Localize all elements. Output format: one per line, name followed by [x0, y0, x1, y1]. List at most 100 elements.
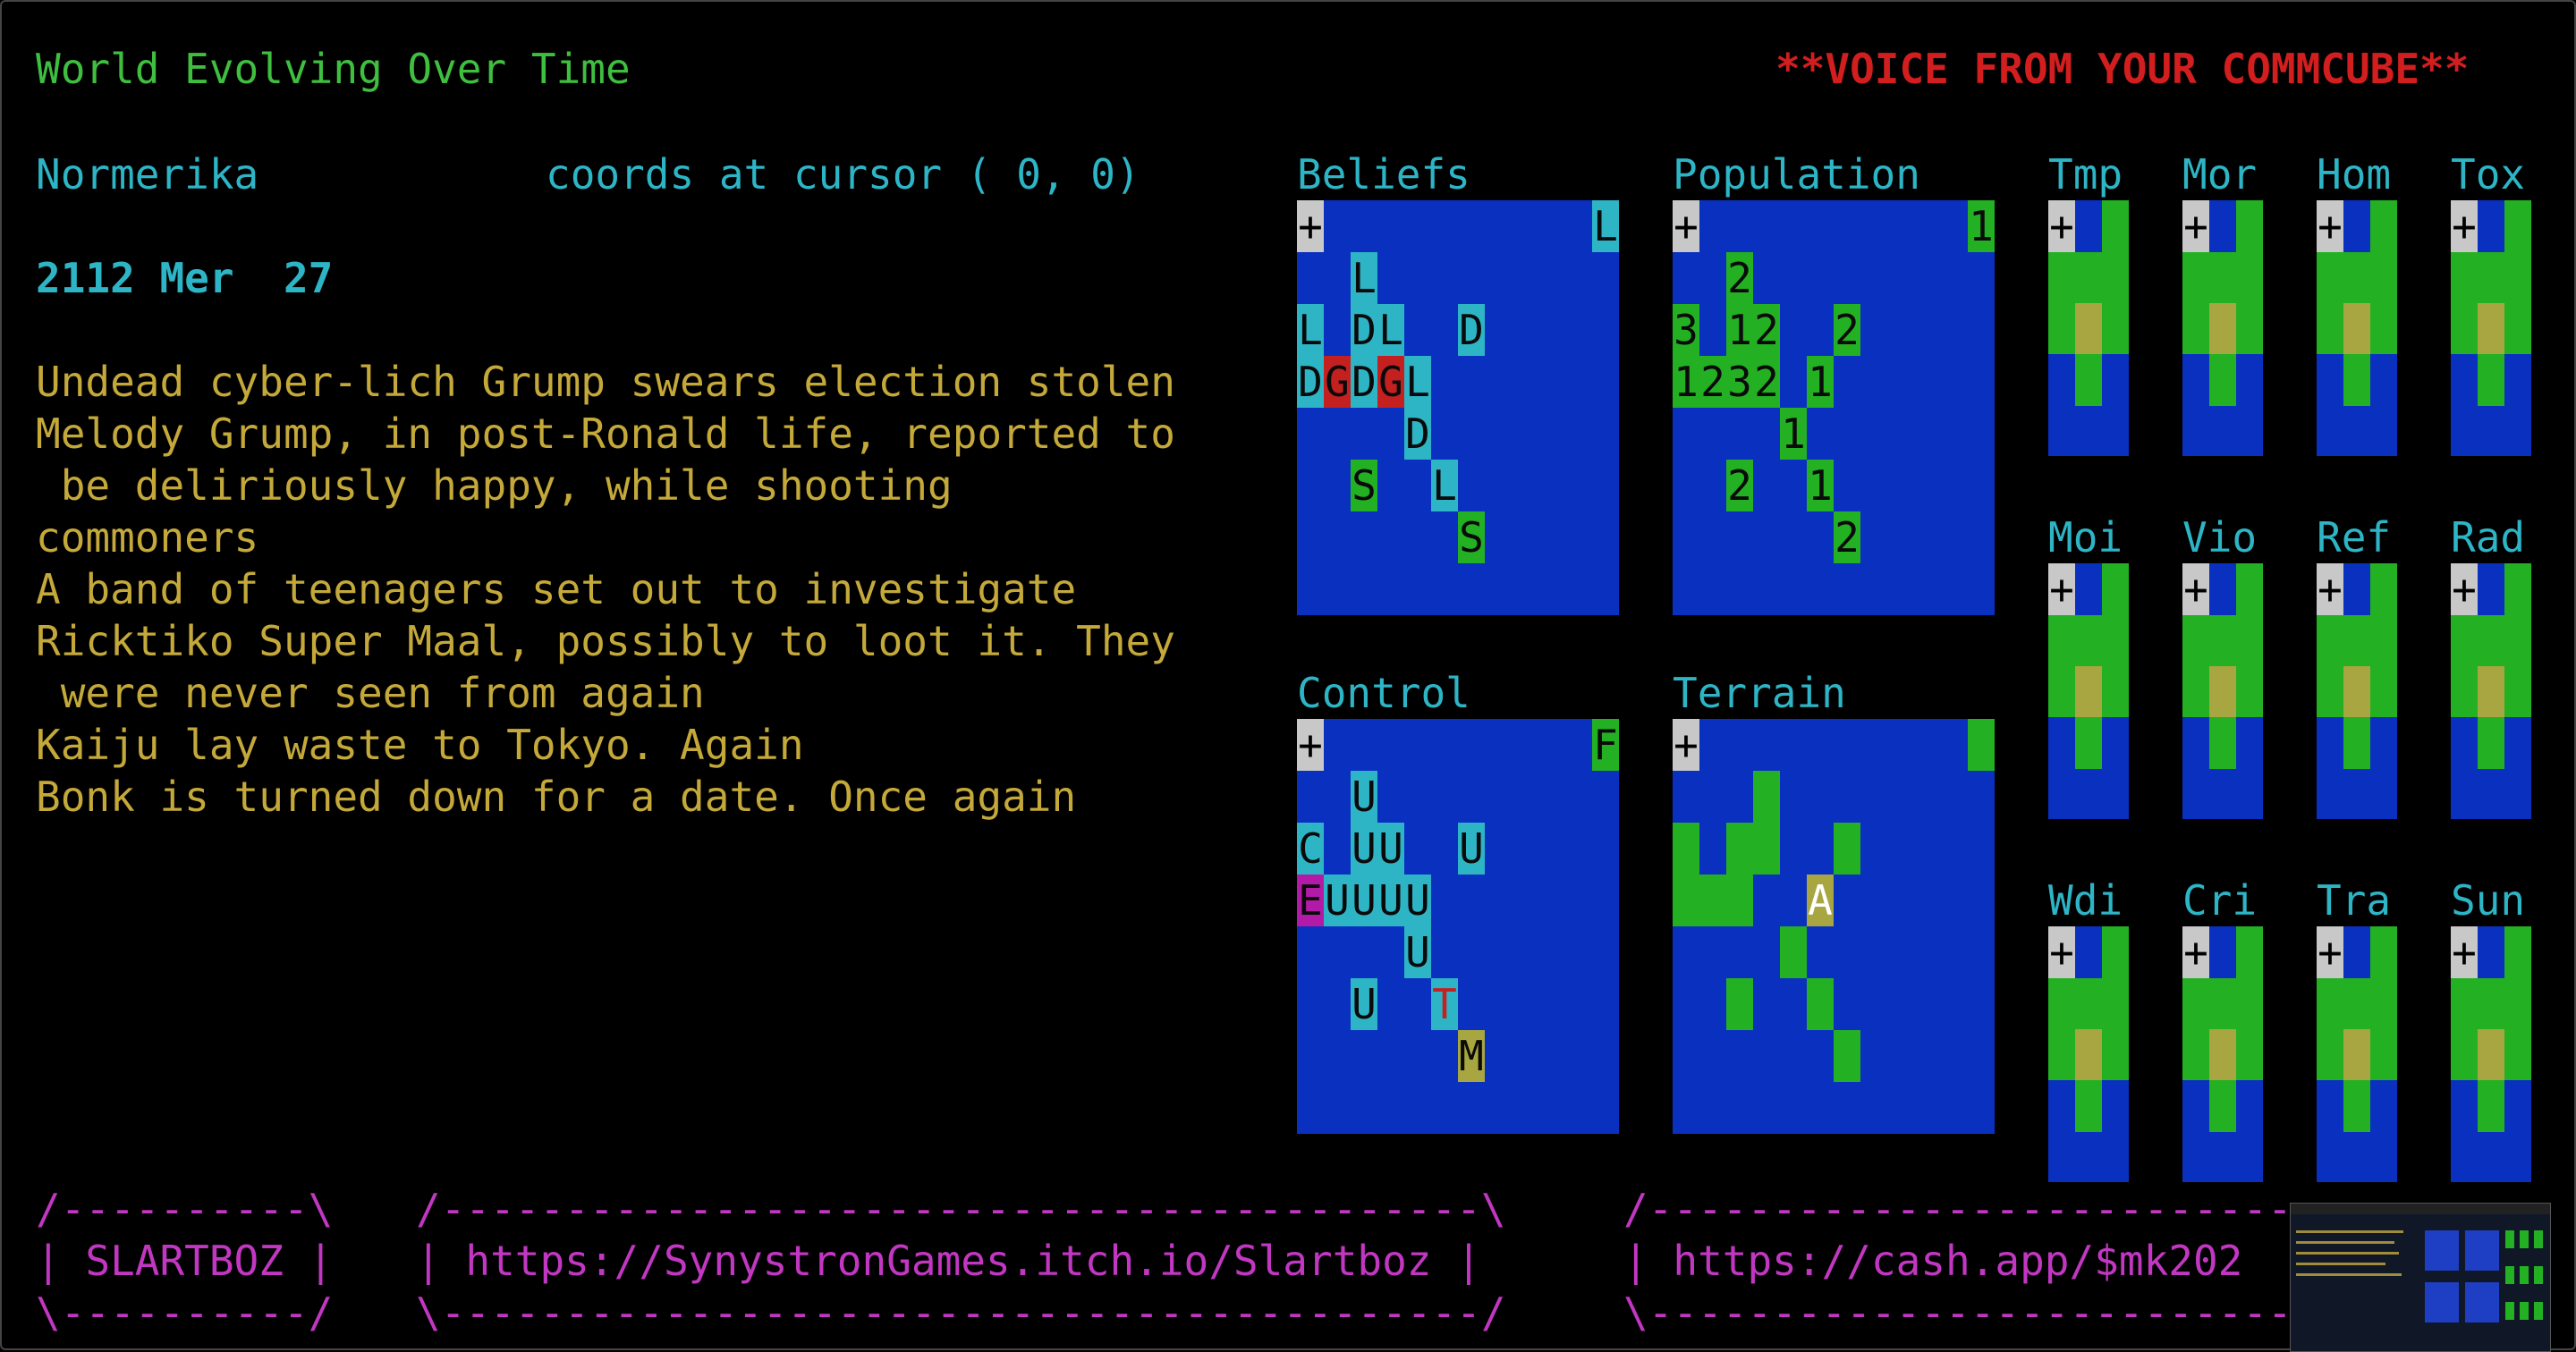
beliefs-map-cell[interactable]: L [1351, 252, 1377, 304]
beliefs-map[interactable]: + LLLDLDDGDGLDSLS [1297, 200, 1619, 615]
beliefs-map-cell[interactable]: G [1377, 356, 1404, 408]
expand-icon[interactable]: + [2048, 563, 2075, 615]
thumbnail-chart [2505, 1230, 2514, 1248]
population-map-cell[interactable]: 2 [1753, 304, 1780, 356]
population-map-cell[interactable]: 1 [1726, 304, 1753, 356]
control-map-cell[interactable]: U [1351, 823, 1377, 875]
beliefs-map-cell[interactable]: L [1297, 304, 1324, 356]
expand-icon[interactable]: + [2451, 563, 2478, 615]
population-map-cell[interactable]: 2 [1834, 304, 1860, 356]
expand-icon[interactable]: + [2182, 563, 2209, 615]
env-chart[interactable]: + [2317, 563, 2397, 819]
window-thumbnail[interactable] [2290, 1203, 2551, 1352]
beliefs-map-cell[interactable]: D [1351, 304, 1377, 356]
population-map-cell[interactable]: 1 [1673, 356, 1699, 408]
footer-box-itch-bottom: \---------------------------------------… [416, 1289, 1506, 1337]
chart-fill-blue [2343, 563, 2370, 615]
control-map-cell[interactable]: U [1404, 926, 1431, 978]
terrain-map-cell[interactable]: A [1807, 875, 1834, 926]
control-map-cell[interactable]: C [1297, 823, 1324, 875]
env-chart[interactable]: + [2048, 926, 2129, 1182]
env-chart[interactable]: + [2182, 563, 2263, 819]
expand-icon[interactable]: + [2317, 926, 2343, 978]
expand-icon[interactable]: + [2317, 563, 2343, 615]
chart-fill-green [2209, 717, 2236, 769]
control-map-cell[interactable]: U [1377, 823, 1404, 875]
control-map-cell[interactable]: T [1431, 978, 1458, 1030]
env-chart[interactable]: + [2048, 563, 2129, 819]
control-map-cell[interactable]: U [1351, 978, 1377, 1030]
population-map-cell[interactable]: 3 [1673, 304, 1699, 356]
control-map[interactable]: + FUCUUUEUUUUUUTM [1297, 719, 1619, 1134]
chart-fill-green [2209, 1080, 2236, 1132]
beliefs-map-cell[interactable]: D [1404, 408, 1431, 460]
beliefs-map-cell[interactable]: D [1297, 356, 1324, 408]
beliefs-map-cell[interactable]: L [1377, 304, 1404, 356]
thumbnail-chart [2534, 1230, 2543, 1248]
beliefs-map-cell[interactable]: L [1431, 460, 1458, 511]
env-chart[interactable]: + [2048, 200, 2129, 456]
expand-icon[interactable]: + [2182, 200, 2209, 252]
chart-fill-yellow [2478, 1029, 2504, 1080]
expand-icon[interactable]: + [1673, 719, 1699, 771]
env-chart[interactable]: + [2451, 926, 2531, 1182]
env-chart[interactable]: + [2317, 200, 2397, 456]
control-map-cell[interactable]: U [1404, 875, 1431, 926]
expand-icon[interactable]: + [2048, 200, 2075, 252]
commcube-voice[interactable]: **VOICE FROM YOUR COMMCUBE** [1775, 43, 2469, 95]
chart-fill-blue [2343, 926, 2370, 978]
cashapp-link[interactable]: | https://cash.app/$mk202 [1623, 1235, 2242, 1287]
expand-icon[interactable]: + [2182, 926, 2209, 978]
population-map-cell[interactable]: 2 [1699, 356, 1726, 408]
expand-icon[interactable]: + [1673, 200, 1699, 252]
beliefs-map-cell[interactable]: L [1592, 200, 1619, 252]
control-map-cell[interactable]: E [1297, 875, 1324, 926]
chart-fill-yellow [2343, 303, 2370, 354]
terrain-map[interactable]: + A [1673, 719, 1995, 1134]
expand-icon[interactable]: + [2317, 200, 2343, 252]
thumbnail-chart [2534, 1266, 2543, 1284]
population-map-cell[interactable]: 1 [1807, 460, 1834, 511]
population-map-cell[interactable]: 2 [1753, 356, 1780, 408]
env-chart[interactable]: + [2317, 926, 2397, 1182]
thumbnail-map [2425, 1230, 2459, 1271]
control-map-cell[interactable]: U [1458, 823, 1485, 875]
population-map-cell[interactable]: 2 [1726, 252, 1753, 304]
chart-fill-yellow [2478, 303, 2504, 354]
control-map-cell[interactable]: U [1351, 771, 1377, 823]
env-chart[interactable]: + [2451, 563, 2531, 819]
population-map-cell[interactable]: 1 [1780, 408, 1807, 460]
control-map-cell[interactable]: M [1458, 1030, 1485, 1082]
beliefs-map-cell[interactable]: G [1324, 356, 1351, 408]
population-map-cell[interactable]: 3 [1726, 356, 1753, 408]
expand-icon[interactable]: + [2451, 200, 2478, 252]
env-chart[interactable]: + [2182, 926, 2263, 1182]
expand-icon[interactable]: + [1297, 719, 1324, 771]
expand-icon[interactable]: + [2048, 926, 2075, 978]
population-map[interactable]: + 123122123211212 [1673, 200, 1995, 615]
population-map-cell[interactable]: 1 [1807, 356, 1834, 408]
population-map-cell[interactable]: 1 [1968, 200, 1995, 252]
beliefs-map-cell[interactable]: D [1458, 304, 1485, 356]
itch-link[interactable]: | https://SynystronGames.itch.io/Slartbo… [416, 1235, 1481, 1287]
expand-icon[interactable]: + [1297, 200, 1324, 252]
control-map-cell[interactable]: U [1324, 875, 1351, 926]
beliefs-map-cell[interactable]: L [1404, 356, 1431, 408]
beliefs-map-cell[interactable]: S [1351, 460, 1377, 511]
control-map-cell[interactable]: U [1351, 875, 1377, 926]
beliefs-map-cell[interactable]: S [1458, 511, 1485, 563]
control-map-cell[interactable]: U [1377, 875, 1404, 926]
expand-icon[interactable]: + [2451, 926, 2478, 978]
terrain-land-block [1780, 926, 1807, 978]
news-line: Undead cyber-lich Grump swears election … [36, 358, 1175, 406]
beliefs-map-cell[interactable]: D [1351, 356, 1377, 408]
news-line: A band of teenagers set out to investiga… [36, 565, 1077, 613]
news-line: Bonk is turned down for a date. Once aga… [36, 773, 1077, 821]
chart-fill-blue [2209, 926, 2236, 978]
population-map-cell[interactable]: 2 [1726, 460, 1753, 511]
chart-fill-yellow [2209, 1029, 2236, 1080]
population-map-cell[interactable]: 2 [1834, 511, 1860, 563]
env-chart[interactable]: + [2451, 200, 2531, 456]
control-map-cell[interactable]: F [1592, 719, 1619, 771]
env-chart[interactable]: + [2182, 200, 2263, 456]
